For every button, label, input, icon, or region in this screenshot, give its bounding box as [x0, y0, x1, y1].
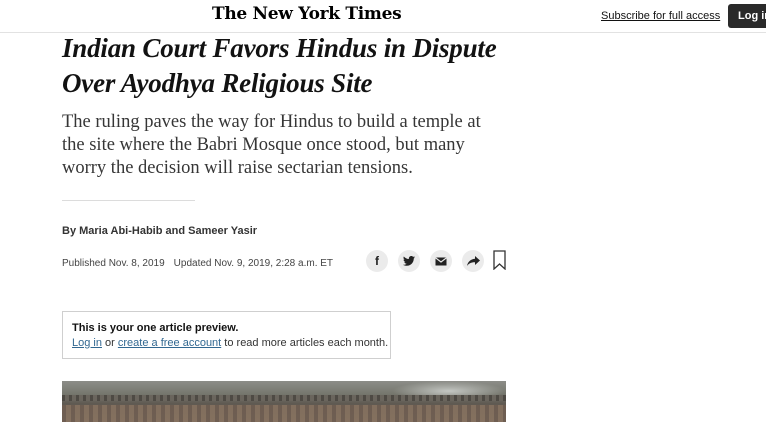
divider: [62, 200, 195, 201]
email-share-button[interactable]: [430, 250, 452, 272]
subscribe-link[interactable]: Subscribe for full access: [601, 10, 720, 22]
facebook-share-button[interactable]: f: [366, 250, 388, 272]
author-link-maria[interactable]: Maria Abi-Habib: [79, 225, 162, 237]
byline: By Maria Abi-Habib and Sameer Yasir: [62, 225, 257, 237]
nyt-logo[interactable]: The New York Times: [212, 4, 402, 24]
twitter-share-button[interactable]: [398, 250, 420, 272]
twitter-icon: [403, 256, 415, 266]
preview-or-text: or: [105, 337, 115, 349]
byline-prefix: By: [62, 225, 77, 237]
published-date: Published Nov. 8, 2019: [62, 258, 165, 269]
author-link-sameer[interactable]: Sameer Yasir: [188, 225, 257, 237]
preview-suffix-text: to read more articles each month.: [224, 337, 389, 349]
byline-conjunction: and: [165, 225, 186, 237]
timestamp: Published Nov. 8, 2019 Updated Nov. 9, 20…: [62, 258, 333, 269]
bookmark-icon: [493, 250, 506, 271]
preview-login-link[interactable]: Log in: [72, 337, 102, 349]
login-button[interactable]: Log in: [728, 4, 766, 28]
facebook-icon: f: [375, 254, 379, 268]
article-summary: The ruling paves the way for Hindus to b…: [62, 112, 481, 178]
article-preview-notice: This is your one article preview. Log in…: [62, 311, 391, 359]
share-arrow-icon: [466, 255, 480, 266]
more-share-button[interactable]: [462, 250, 484, 272]
article-lead-image: [62, 381, 506, 422]
email-icon: [435, 256, 447, 265]
top-bar: The New York Times Subscribe for full ac…: [0, 0, 766, 33]
preview-notice-title: This is your one article preview.: [72, 322, 239, 334]
save-article-button[interactable]: [493, 250, 506, 275]
updated-date: Updated Nov. 9, 2019, 2:28 a.m. ET: [173, 258, 334, 269]
create-account-link[interactable]: create a free account: [118, 337, 221, 349]
article-headline: Indian Court Favors Hindus in Dispute Ov…: [62, 33, 497, 98]
preview-notice-text: Log in or create a free account to read …: [72, 337, 388, 349]
